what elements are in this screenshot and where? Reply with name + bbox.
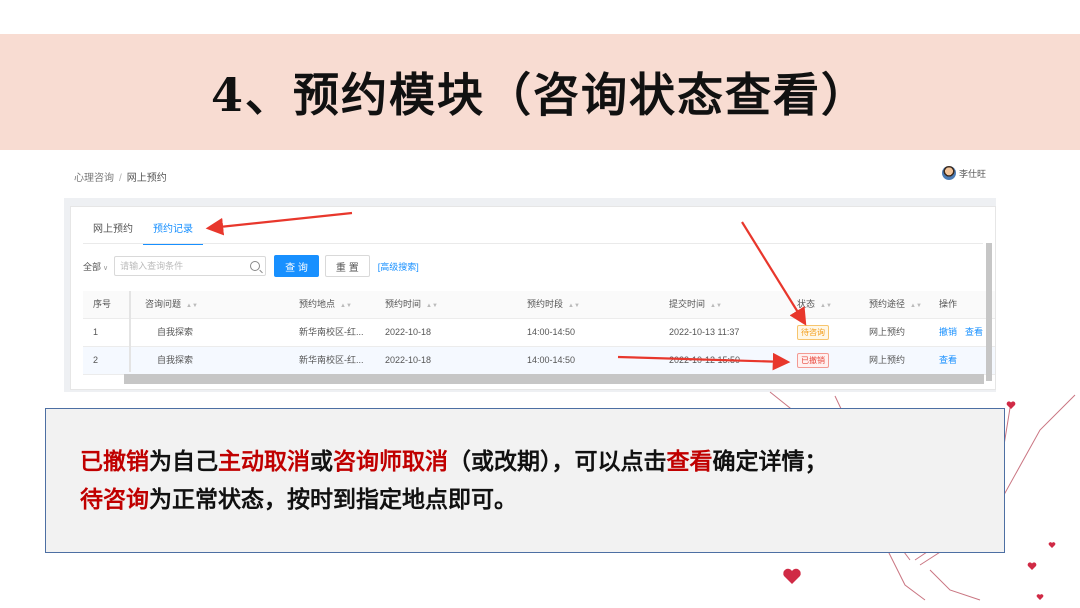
- note-text: 咨询师取消: [333, 447, 448, 475]
- note-text: 待咨询: [80, 485, 149, 513]
- note-line-2: 待咨询为正常状态，按时到指定地点即可。: [80, 483, 1004, 517]
- explanation-note: 已撤销为自己主动取消或咨询师取消（或改期），可以点击查看确定详情； 待咨询为正常…: [45, 408, 1005, 553]
- note-text: （或改期），可以点击: [448, 447, 667, 475]
- note-text: 已撤销: [80, 447, 149, 475]
- note-text: 主动取消: [218, 447, 310, 475]
- note-text: 查看: [666, 447, 713, 475]
- note-text: 确定详情；: [712, 447, 828, 475]
- note-text: 或: [310, 447, 333, 475]
- note-line-1: 已撤销为自己主动取消或咨询师取消（或改期），可以点击查看确定详情；: [80, 445, 1004, 479]
- note-text: 为正常状态，按时到指定地点即可。: [149, 485, 517, 513]
- note-text: 为自己: [149, 447, 218, 475]
